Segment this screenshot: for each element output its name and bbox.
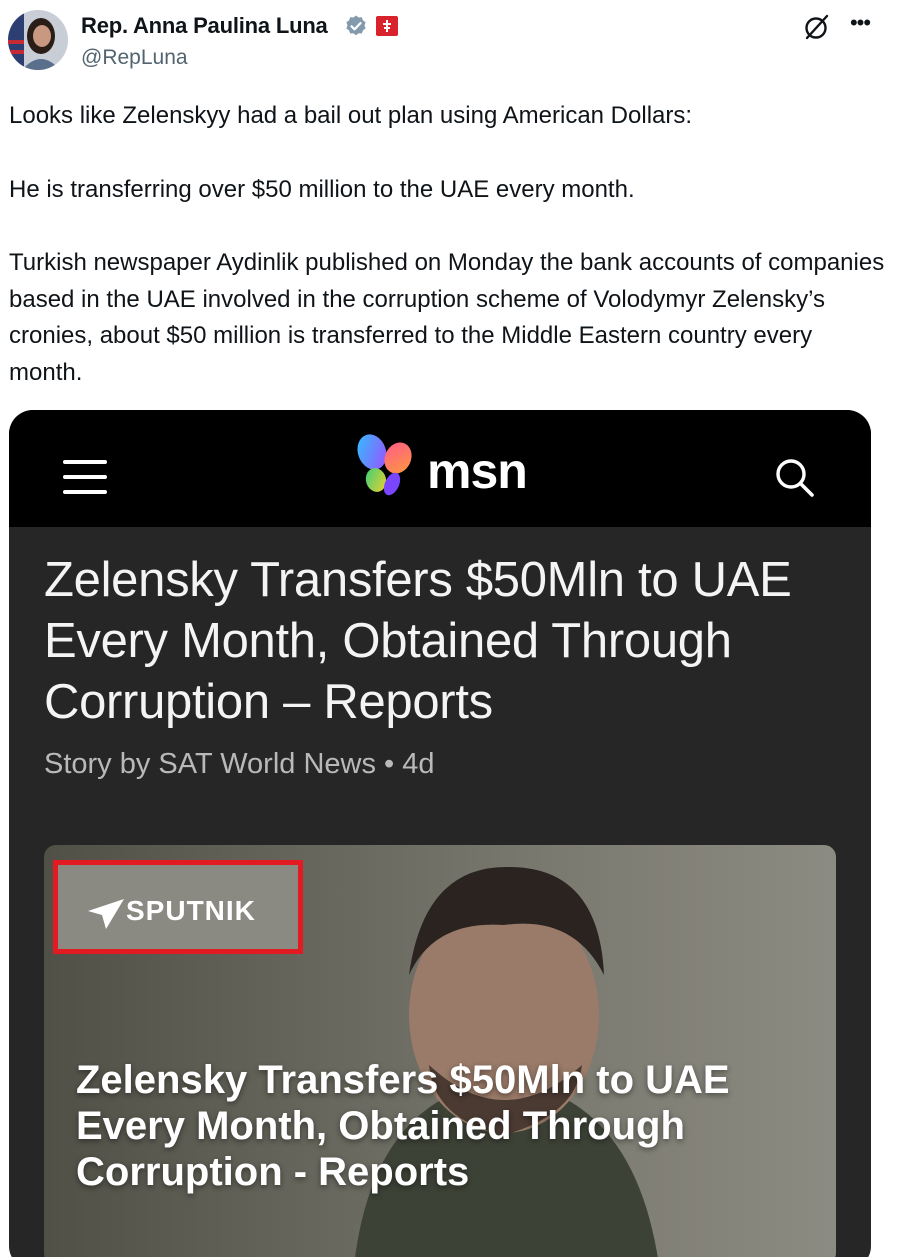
tweet-media-image[interactable]: msn Zelensky Transfers $50Mln to UAE Eve…	[9, 410, 871, 1257]
article-hero-image: SPUTNIK Zelensky Transfers $50Mln to UAE…	[44, 845, 836, 1257]
tweet-page: Rep. Anna Paulina Luna @RepLuna ••• Look…	[0, 0, 913, 1257]
more-options-icon[interactable]: •••	[845, 8, 875, 38]
sputnik-highlight-box: SPUTNIK	[53, 860, 303, 954]
author-avatar[interactable]	[8, 10, 68, 70]
hero-image-headline: Zelensky Transfers $50Mln to UAE Every M…	[76, 1058, 730, 1194]
article-byline: Story by SAT World News • 4d	[44, 748, 435, 780]
sputnik-logo-icon	[88, 899, 124, 929]
msn-header: msn	[9, 410, 871, 527]
verified-badge-icon[interactable]	[344, 14, 368, 38]
tweet-paragraph: He is transferring over $50 million to t…	[9, 175, 635, 203]
grok-icon[interactable]	[803, 13, 831, 41]
author-name[interactable]: Rep. Anna Paulina Luna	[81, 13, 328, 39]
person-photo	[355, 866, 658, 1257]
search-icon	[776, 459, 814, 497]
avatar-image	[8, 10, 68, 70]
sputnik-label: SPUTNIK	[126, 895, 256, 926]
article-title: Zelensky Transfers $50Mln to UAE Every M…	[44, 553, 792, 729]
tweet-paragraph: Turkish newspaper Aydinlik published on …	[9, 249, 885, 386]
msn-wordmark: msn	[427, 443, 528, 499]
author-handle[interactable]: @RepLuna	[81, 46, 188, 70]
msn-butterfly-logo-icon	[357, 434, 412, 496]
government-flag-icon[interactable]	[376, 16, 398, 36]
hamburger-menu-icon	[63, 460, 107, 494]
tweet-text: Looks like Zelenskyy had a bail out plan…	[9, 98, 889, 391]
tweet-paragraph: Looks like Zelenskyy had a bail out plan…	[9, 102, 693, 129]
